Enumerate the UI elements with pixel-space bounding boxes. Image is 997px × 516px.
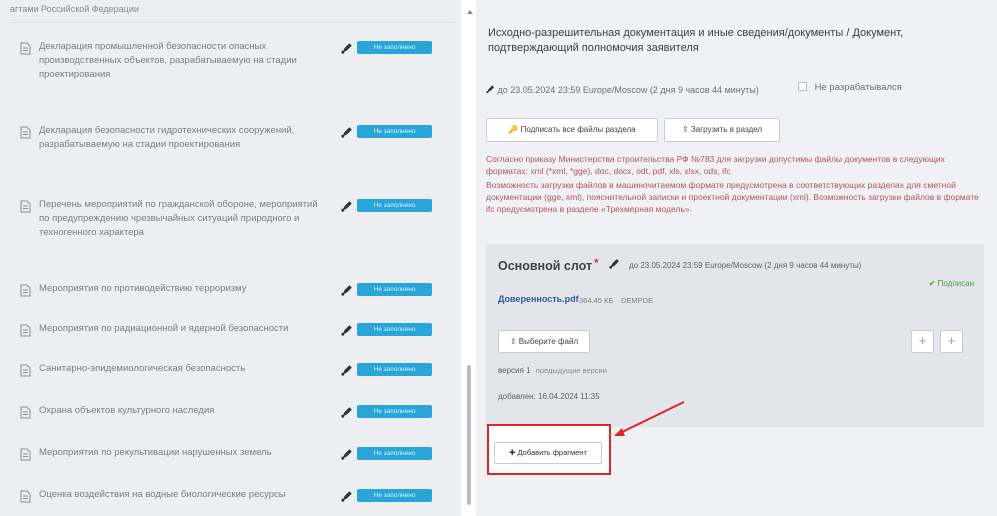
previous-versions-link[interactable]: предыдущие версии bbox=[536, 366, 607, 375]
choose-file-button[interactable]: ⇪ Выберите файл bbox=[498, 330, 590, 353]
machine-readable-note: Возможность загрузки файлов в машиночита… bbox=[486, 180, 979, 214]
main-slot-card: Основной слот * до 23.05.2024 23:59 Euro… bbox=[486, 244, 984, 427]
signature-pen-icon bbox=[486, 85, 495, 94]
section-deadline: до 23.05.2024 23:59 Europe/Moscow (2 дня… bbox=[486, 84, 786, 97]
document-icon bbox=[20, 324, 31, 337]
signature-pen-icon bbox=[341, 285, 352, 296]
version-info: версия 1 предыдущие версии bbox=[498, 366, 607, 375]
scroll-up-arrow-icon[interactable] bbox=[467, 10, 473, 14]
signature-pen-icon bbox=[341, 43, 352, 54]
document-item-label: Мероприятия по противодействию терроризм… bbox=[39, 283, 247, 294]
signature-pen-icon bbox=[341, 491, 352, 502]
status-badge: Не заполнено bbox=[357, 199, 432, 212]
status-badge: Не заполнено bbox=[357, 363, 432, 376]
document-icon bbox=[20, 490, 31, 503]
choose-file-label: Выберите файл bbox=[518, 337, 579, 346]
status-badge: Не заполнено bbox=[357, 323, 432, 336]
key-icon: 🔑 bbox=[508, 125, 519, 134]
status-badge: Не заполнено bbox=[357, 489, 432, 502]
document-icon bbox=[20, 126, 31, 139]
cut-off-item-text: агтами Российской Федерации bbox=[10, 4, 139, 14]
document-item-label: Охрана объектов культурного наследия bbox=[39, 405, 215, 416]
not-developed-label: Не разрабатывался bbox=[814, 82, 902, 93]
status-badge: Не заполнено bbox=[357, 41, 432, 54]
signature-pen-icon bbox=[341, 365, 352, 376]
status-badge: Не заполнено bbox=[357, 283, 432, 296]
not-developed-checkbox[interactable] bbox=[798, 82, 807, 91]
add-fragment-label: Добавить фрагмент bbox=[517, 448, 587, 457]
remove-file-button[interactable]: + bbox=[940, 330, 963, 353]
document-icon bbox=[20, 364, 31, 377]
file-signature-tag: DEMPDE bbox=[621, 296, 654, 305]
status-badge: Не заполнено bbox=[357, 125, 432, 138]
document-item-label: Декларация безопасности гидротехнических… bbox=[39, 125, 295, 150]
signature-pen-icon bbox=[341, 127, 352, 138]
add-fragment-button[interactable]: ✚ Добавить фрагмент bbox=[494, 442, 602, 464]
signature-pen-icon bbox=[341, 449, 352, 460]
status-badge: Не заполнено bbox=[357, 405, 432, 418]
add-file-button[interactable]: + bbox=[911, 330, 934, 353]
signature-pen-icon bbox=[341, 201, 352, 212]
file-link[interactable]: Доверенность.pdf bbox=[498, 294, 579, 304]
section-detail-panel: Исходно-разрешительная документация и ин… bbox=[476, 0, 997, 516]
document-icon bbox=[20, 42, 31, 55]
document-item-label: Мероприятия по радиационной и ядерной бе… bbox=[39, 323, 289, 334]
signed-status: ✔ Подписан bbox=[928, 279, 974, 288]
document-item-label: Мероприятия по рекультивации нарушенных … bbox=[39, 447, 272, 458]
file-size: 364.45 КБ bbox=[579, 296, 614, 305]
sign-all-files-button[interactable]: 🔑 Подписать все файлы раздела bbox=[486, 118, 658, 142]
required-mark: * bbox=[594, 256, 599, 270]
divider bbox=[10, 22, 455, 23]
section-deadline-text: до 23.05.2024 23:59 Europe/Moscow (2 дня… bbox=[497, 85, 759, 95]
document-item-label: Перечень мероприятий по гражданской обор… bbox=[39, 199, 318, 238]
document-item-label: Декларация промышленной безопасности опа… bbox=[39, 41, 297, 80]
slot-title: Основной слот bbox=[498, 259, 593, 273]
allowed-formats-note: Согласно приказу Министерства строительс… bbox=[486, 154, 945, 176]
upload-to-section-button[interactable]: ⇪ Загрузить в раздел bbox=[664, 118, 780, 142]
not-developed-toggle[interactable]: Не разрабатывался bbox=[798, 82, 902, 93]
upload-icon: ⇪ bbox=[682, 125, 689, 134]
sign-all-files-label: Подписать все файлы раздела bbox=[520, 125, 636, 134]
section-title: Исходно-разрешительная документация и ин… bbox=[488, 27, 904, 54]
signature-pen-icon bbox=[341, 325, 352, 336]
document-icon bbox=[20, 284, 31, 297]
upload-to-section-label: Загрузить в раздел bbox=[690, 125, 762, 134]
document-item-label: Оценка воздействия на водные биологическ… bbox=[39, 489, 286, 500]
document-icon bbox=[20, 200, 31, 213]
document-list-panel: агтами Российской Федерации Декларация п… bbox=[0, 0, 461, 516]
version-text: версия 1 bbox=[498, 366, 531, 375]
status-badge: Не заполнено bbox=[357, 447, 432, 460]
signature-pen-icon bbox=[609, 259, 619, 269]
added-date: добавлен: 16.04.2024 11:35 bbox=[498, 392, 600, 401]
document-icon bbox=[20, 448, 31, 461]
plus-icon: ✚ bbox=[509, 448, 516, 457]
upload-icon: ⇪ bbox=[509, 337, 517, 346]
document-icon bbox=[20, 406, 31, 419]
slot-deadline: до 23.05.2024 23:59 Europe/Moscow (2 дня… bbox=[629, 261, 862, 270]
document-item-label: Санитарно-эпидемиологическая безопасност… bbox=[39, 363, 246, 374]
scrollbar-thumb[interactable] bbox=[467, 365, 471, 505]
signature-pen-icon bbox=[341, 407, 352, 418]
